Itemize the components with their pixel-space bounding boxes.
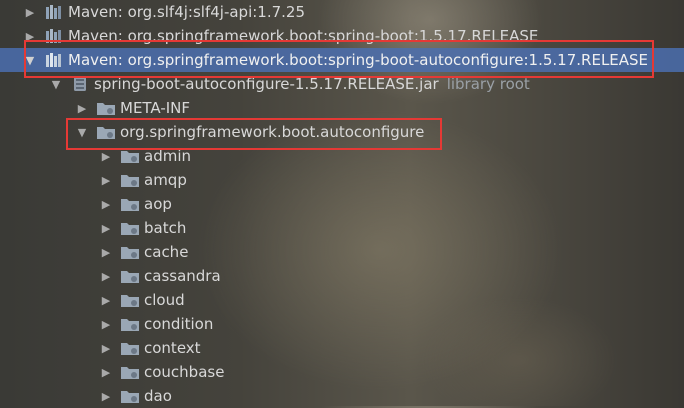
- package-folder-icon: [120, 387, 140, 405]
- project-tree: ▶ Maven: org.slf4j:slf4j-api:1.7.25 ▶ Ma…: [0, 0, 684, 406]
- library-icon: [44, 51, 64, 69]
- tree-row-couchbase[interactable]: ▶ couchbase: [0, 360, 684, 384]
- collapse-arrow-icon[interactable]: ▼: [74, 124, 90, 140]
- package-folder-icon: [120, 363, 140, 381]
- expand-arrow-icon[interactable]: ▶: [74, 100, 90, 116]
- collapse-arrow-icon[interactable]: ▼: [48, 76, 64, 92]
- tree-row-label: batch: [144, 219, 187, 237]
- tree-row-label: admin: [144, 147, 191, 165]
- expand-arrow-icon[interactable]: ▶: [22, 28, 38, 44]
- expand-arrow-icon[interactable]: ▶: [98, 244, 114, 260]
- tree-row-label: cloud: [144, 291, 185, 309]
- tree-row-label: amqp: [144, 171, 187, 189]
- collapse-arrow-icon[interactable]: ▼: [22, 52, 38, 68]
- expand-arrow-icon[interactable]: ▶: [98, 316, 114, 332]
- package-folder-icon: [96, 123, 116, 141]
- expand-arrow-icon[interactable]: ▶: [98, 268, 114, 284]
- package-folder-icon: [120, 171, 140, 189]
- expand-arrow-icon[interactable]: ▶: [98, 292, 114, 308]
- tree-row-jar[interactable]: ▼ spring-boot-autoconfigure-1.5.17.RELEA…: [0, 72, 684, 96]
- expand-arrow-icon[interactable]: ▶: [98, 172, 114, 188]
- tree-row-dao[interactable]: ▶ dao: [0, 384, 684, 408]
- tree-row-cassandra[interactable]: ▶ cassandra: [0, 264, 684, 288]
- tree-row-slf4j[interactable]: ▶ Maven: org.slf4j:slf4j-api:1.7.25: [0, 0, 684, 24]
- library-root-tag: library root: [446, 75, 530, 93]
- tree-row-condition[interactable]: ▶ condition: [0, 312, 684, 336]
- expand-arrow-icon[interactable]: ▶: [98, 340, 114, 356]
- tree-row-label: META-INF: [120, 99, 191, 117]
- tree-row-admin[interactable]: ▶ admin: [0, 144, 684, 168]
- package-folder-icon: [96, 99, 116, 117]
- expand-arrow-icon[interactable]: ▶: [98, 388, 114, 404]
- tree-row-label: spring-boot-autoconfigure-1.5.17.RELEASE…: [94, 75, 439, 93]
- tree-row-spring-boot[interactable]: ▶ Maven: org.springframework.boot:spring…: [0, 24, 684, 48]
- tree-row-cloud[interactable]: ▶ cloud: [0, 288, 684, 312]
- tree-row-label: org.springframework.boot.autoconfigure: [120, 123, 425, 141]
- expand-arrow-icon[interactable]: ▶: [98, 196, 114, 212]
- library-icon: [44, 3, 64, 21]
- expand-arrow-icon[interactable]: ▶: [98, 220, 114, 236]
- tree-row-amqp[interactable]: ▶ amqp: [0, 168, 684, 192]
- tree-row-label: couchbase: [144, 363, 225, 381]
- tree-row-label: Maven: org.slf4j:slf4j-api:1.7.25: [68, 3, 305, 21]
- tree-row-autoconfigure-package[interactable]: ▼ org.springframework.boot.autoconfigure: [0, 120, 684, 144]
- package-folder-icon: [120, 267, 140, 285]
- tree-row-meta-inf[interactable]: ▶ META-INF: [0, 96, 684, 120]
- tree-row-spring-boot-autoconfigure[interactable]: ▼ Maven: org.springframework.boot:spring…: [0, 48, 684, 72]
- expand-arrow-icon[interactable]: ▶: [98, 148, 114, 164]
- tree-row-cache[interactable]: ▶ cache: [0, 240, 684, 264]
- tree-row-label: cassandra: [144, 267, 221, 285]
- package-folder-icon: [120, 243, 140, 261]
- tree-row-context[interactable]: ▶ context: [0, 336, 684, 360]
- expand-arrow-icon[interactable]: ▶: [98, 364, 114, 380]
- tree-row-label: dao: [144, 387, 172, 405]
- tree-row-aop[interactable]: ▶ aop: [0, 192, 684, 216]
- tree-row-label: context: [144, 339, 201, 357]
- package-folder-icon: [120, 219, 140, 237]
- tree-row-batch[interactable]: ▶ batch: [0, 216, 684, 240]
- expand-arrow-icon[interactable]: ▶: [22, 4, 38, 20]
- library-icon: [44, 27, 64, 45]
- tree-row-label: condition: [144, 315, 214, 333]
- package-folder-icon: [120, 291, 140, 309]
- package-folder-icon: [120, 195, 140, 213]
- tree-row-label: Maven: org.springframework.boot:spring-b…: [68, 51, 649, 69]
- package-folder-icon: [120, 147, 140, 165]
- package-folder-icon: [120, 339, 140, 357]
- jar-icon: [70, 75, 90, 93]
- package-folder-icon: [120, 315, 140, 333]
- tree-row-label: aop: [144, 195, 172, 213]
- tree-row-label: cache: [144, 243, 189, 261]
- tree-row-label: Maven: org.springframework.boot:spring-b…: [68, 27, 539, 45]
